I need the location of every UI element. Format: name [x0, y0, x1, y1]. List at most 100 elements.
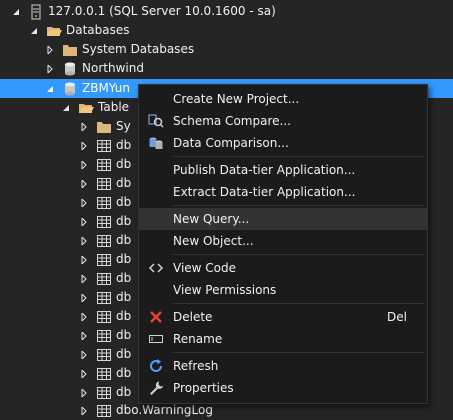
table-label: db	[116, 366, 132, 380]
context-menu: Create New Project... Schema Compare... …	[138, 84, 428, 404]
expanded-arrow-icon[interactable]	[28, 21, 40, 40]
table-icon	[96, 328, 112, 344]
tree-row-server[interactable]: 127.0.0.1 (SQL Server 10.0.1600 - sa)	[0, 2, 453, 21]
server-icon	[28, 4, 44, 20]
menu-item-new-object[interactable]: New Object...	[139, 230, 427, 252]
database-icon	[62, 61, 78, 77]
menu-item-label: Extract Data-tier Application...	[173, 185, 356, 199]
folder-open-icon	[46, 23, 62, 39]
menu-item-label: Publish Data-tier Application...	[173, 163, 356, 177]
collapsed-arrow-icon[interactable]	[78, 307, 90, 326]
collapsed-arrow-icon[interactable]	[78, 174, 90, 193]
blank-icon	[139, 181, 173, 203]
table-icon	[96, 403, 112, 419]
folder-icon	[62, 42, 78, 58]
database-icon	[62, 81, 78, 97]
collapsed-arrow-icon[interactable]	[78, 345, 90, 364]
collapsed-arrow-icon[interactable]	[78, 136, 90, 155]
table-label: db	[116, 233, 132, 247]
collapsed-arrow-icon[interactable]	[44, 40, 56, 59]
table-icon	[96, 195, 112, 211]
table-icon	[96, 366, 112, 382]
blank-icon	[139, 88, 173, 110]
menu-item-view-permissions[interactable]: View Permissions	[139, 279, 427, 301]
menu-item-label: Data Comparison...	[173, 136, 289, 150]
menu-item-publish-data-tier[interactable]: Publish Data-tier Application...	[139, 159, 427, 181]
table-label: db	[116, 195, 132, 209]
collapsed-arrow-icon[interactable]	[44, 59, 56, 78]
menu-separator	[173, 156, 425, 157]
table-label: db	[116, 290, 132, 304]
table-icon	[96, 176, 112, 192]
collapsed-arrow-icon[interactable]	[78, 401, 90, 420]
collapsed-arrow-icon[interactable]	[78, 212, 90, 231]
schema-compare-icon	[139, 110, 173, 132]
table-icon	[96, 290, 112, 306]
blank-icon	[139, 230, 173, 252]
table-icon	[96, 347, 112, 363]
databases-label: Databases	[66, 23, 130, 37]
menu-item-label: New Query...	[173, 212, 250, 226]
table-icon	[96, 252, 112, 268]
expanded-arrow-icon[interactable]	[10, 2, 22, 21]
folder-open-icon	[78, 100, 94, 116]
tree-row-northwind[interactable]: Northwind	[0, 59, 453, 78]
collapsed-arrow-icon[interactable]	[78, 155, 90, 174]
menu-item-data-comparison[interactable]: Data Comparison...	[139, 132, 427, 154]
table-label: db	[116, 214, 132, 228]
system-tables-label: Sy	[116, 119, 131, 133]
expanded-arrow-icon[interactable]	[60, 98, 72, 117]
menu-item-label: Properties	[173, 381, 234, 395]
menu-separator	[173, 254, 425, 255]
menu-item-label: View Code	[173, 261, 237, 275]
menu-item-delete[interactable]: Delete Del	[139, 306, 427, 328]
menu-item-properties[interactable]: Properties	[139, 377, 427, 399]
menu-item-label: Rename	[173, 332, 223, 346]
menu-item-view-code[interactable]: View Code	[139, 257, 427, 279]
menu-item-refresh[interactable]: Refresh	[139, 355, 427, 377]
menu-separator	[173, 205, 425, 206]
menu-item-create-new-project[interactable]: Create New Project...	[139, 88, 427, 110]
collapsed-arrow-icon[interactable]	[78, 193, 90, 212]
menu-item-label: Create New Project...	[173, 92, 300, 106]
menu-separator	[173, 352, 425, 353]
collapsed-arrow-icon[interactable]	[78, 269, 90, 288]
menu-item-shortcut: Del	[387, 310, 407, 324]
menu-item-label: Schema Compare...	[173, 114, 291, 128]
data-comparison-icon	[139, 132, 173, 154]
table-label: db	[116, 328, 132, 342]
menu-item-label: View Permissions	[173, 283, 277, 297]
collapsed-arrow-icon[interactable]	[78, 383, 90, 402]
collapsed-arrow-icon[interactable]	[78, 364, 90, 383]
expanded-arrow-icon[interactable]	[44, 79, 56, 98]
delete-x-icon	[139, 306, 173, 328]
tree-row-databases[interactable]: Databases	[0, 21, 453, 40]
zbmyun-label: ZBMYun	[82, 81, 130, 95]
system-databases-label: System Databases	[82, 42, 195, 56]
folder-icon	[96, 119, 112, 135]
refresh-icon	[139, 355, 173, 377]
menu-item-label: Delete	[173, 310, 213, 324]
collapsed-arrow-icon[interactable]	[78, 117, 90, 136]
menu-item-label: New Object...	[173, 234, 254, 248]
collapsed-arrow-icon[interactable]	[78, 250, 90, 269]
table-label: db	[116, 138, 132, 152]
server-label: 127.0.0.1 (SQL Server 10.0.1600 - sa)	[48, 4, 276, 18]
northwind-label: Northwind	[82, 61, 144, 75]
table-label: db	[116, 309, 132, 323]
table-icon	[96, 157, 112, 173]
menu-item-schema-compare[interactable]: Schema Compare...	[139, 110, 427, 132]
blank-icon	[139, 279, 173, 301]
collapsed-arrow-icon[interactable]	[78, 288, 90, 307]
table-label: db	[116, 252, 132, 266]
menu-item-rename[interactable]: Rename	[139, 328, 427, 350]
table-label: db	[116, 347, 132, 361]
table-label: db	[116, 271, 132, 285]
collapsed-arrow-icon[interactable]	[78, 326, 90, 345]
table-icon	[96, 309, 112, 325]
menu-item-new-query[interactable]: New Query...	[139, 208, 427, 230]
menu-item-extract-data-tier[interactable]: Extract Data-tier Application...	[139, 181, 427, 203]
collapsed-arrow-icon[interactable]	[78, 231, 90, 250]
blank-icon	[139, 208, 173, 230]
tree-row-system-databases[interactable]: System Databases	[0, 40, 453, 59]
